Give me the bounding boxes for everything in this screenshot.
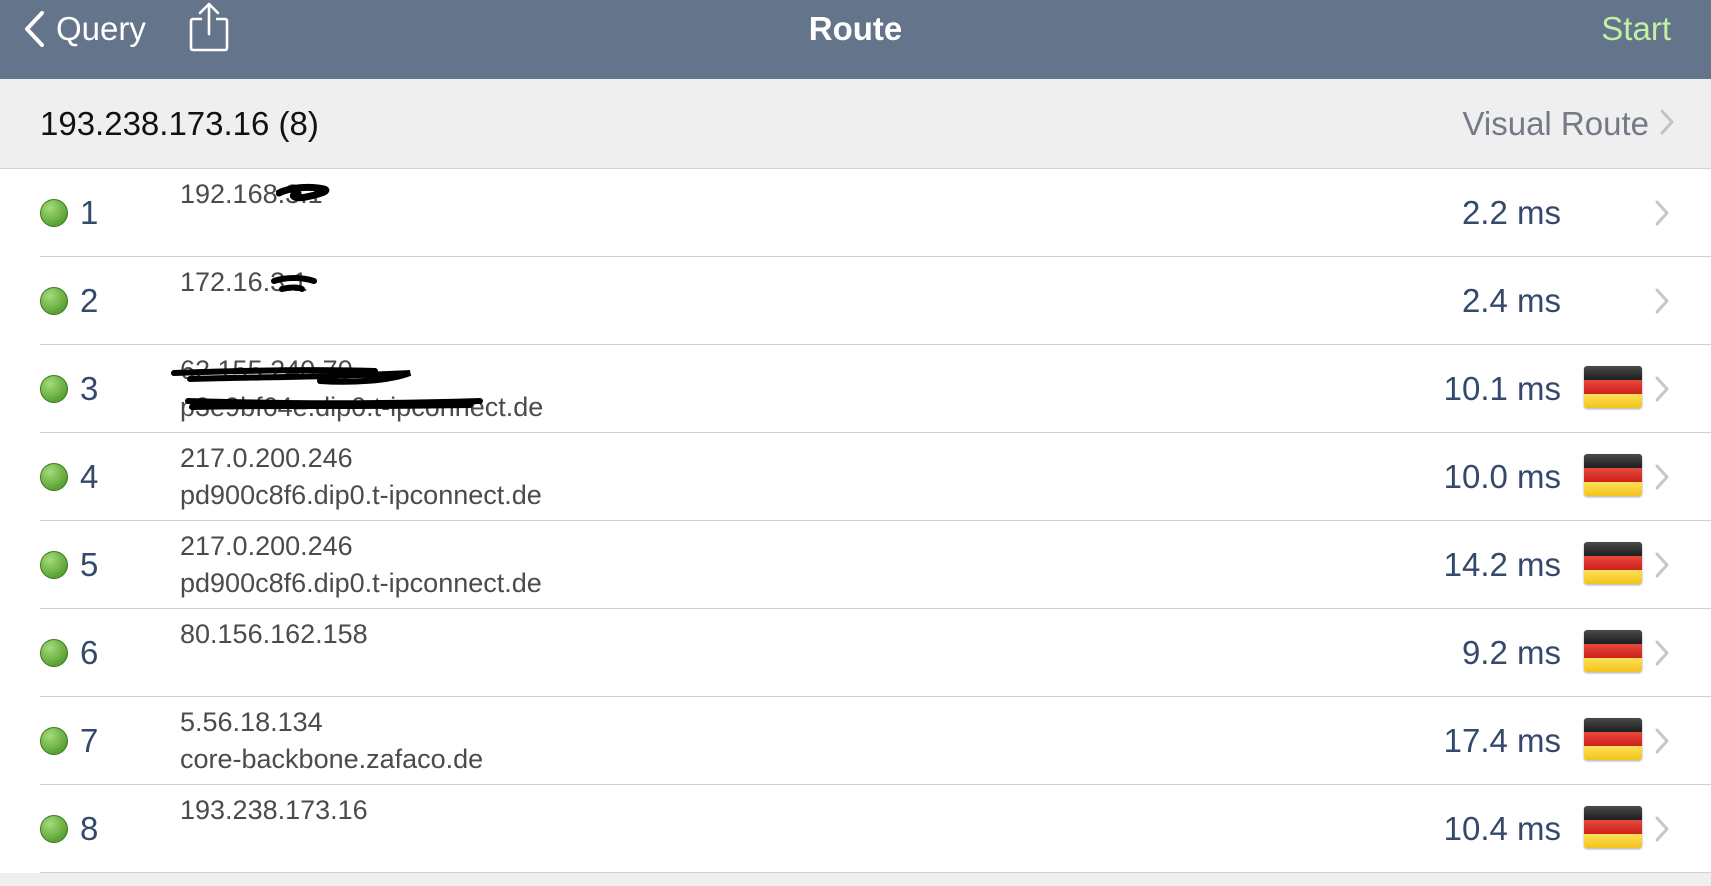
hop-row[interactable]: 1 192.168.3.1 2.2 ms xyxy=(0,169,1711,257)
hop-latency: 10.1 ms xyxy=(1443,370,1561,407)
hop-ip-address: 193.238.173.16 xyxy=(180,795,368,825)
hop-latency: 2.4 ms xyxy=(1461,282,1561,319)
chevron-right-icon xyxy=(1652,199,1672,227)
route-target: 193.238.173.16 (8) xyxy=(40,105,319,142)
germany-flag-icon xyxy=(1584,806,1642,848)
hop-latency: 9.2 ms xyxy=(1461,634,1561,671)
hop-row[interactable]: 5 217.0.200.246 pd900c8f6.dip0.t-ipconnect… xyxy=(0,521,1711,609)
hop-row[interactable]: 8 193.238.173.16 10.4 ms xyxy=(0,785,1711,873)
hop-latency: 17.4 ms xyxy=(1443,722,1561,759)
chevron-left-icon xyxy=(22,9,46,49)
hop-number: 6 xyxy=(80,634,99,671)
hop-number: 2 xyxy=(80,282,99,319)
status-ok-icon xyxy=(40,815,68,843)
hop-ip-address: 217.0.200.246 xyxy=(180,531,353,561)
hop-row[interactable]: 4 217.0.200.246 pd900c8f6.dip0.t-ipconnect… xyxy=(0,433,1711,521)
status-ok-icon xyxy=(40,551,68,579)
hop-ip-address: 5.56.18.134 xyxy=(180,707,323,737)
status-ok-icon xyxy=(40,375,68,403)
list-footer xyxy=(0,873,1711,886)
chevron-right-icon xyxy=(1659,108,1675,141)
hop-ip-address: 217.0.200.246 xyxy=(180,443,353,473)
germany-flag-icon xyxy=(1584,630,1642,672)
hop-hostname: p3e9bf64e.dip0.t-ipconnect.de xyxy=(180,392,544,422)
start-button[interactable]: Start xyxy=(1601,0,1671,58)
hop-row[interactable]: 3 62.155.240.70 p3e9bf64e.dip0.t-ipconnect… xyxy=(0,345,1711,433)
page-title: Route xyxy=(808,10,903,47)
hop-number: 4 xyxy=(80,458,99,495)
chevron-right-icon xyxy=(1652,287,1672,315)
hop-ip-address: 192.168.3.1 xyxy=(180,179,323,209)
hop-ip-address: 172.16.3.1 xyxy=(180,267,308,297)
back-button[interactable]: Query xyxy=(22,0,146,58)
hop-ip-address: 62.155.240.70 xyxy=(180,355,353,385)
hop-number: 7 xyxy=(80,722,99,759)
germany-flag-icon xyxy=(1584,718,1642,760)
visual-route-button[interactable]: Visual Route xyxy=(1462,79,1675,169)
hop-latency: 2.2 ms xyxy=(1461,194,1561,231)
share-icon xyxy=(188,2,230,57)
status-ok-icon xyxy=(40,463,68,491)
chevron-right-icon xyxy=(1652,639,1672,667)
hop-latency: 10.4 ms xyxy=(1443,810,1561,847)
hop-ip-address: 80.156.162.158 xyxy=(180,619,368,649)
hop-latency: 10.0 ms xyxy=(1443,458,1561,495)
germany-flag-icon xyxy=(1584,454,1642,496)
hop-row[interactable]: 2 172.16.3.1 2.4 ms xyxy=(0,257,1711,345)
germany-flag-icon xyxy=(1584,366,1642,408)
chevron-right-icon xyxy=(1652,551,1672,579)
hop-number: 5 xyxy=(80,546,99,583)
chevron-right-icon xyxy=(1652,375,1672,403)
chevron-right-icon xyxy=(1652,815,1672,843)
hop-number: 8 xyxy=(80,810,99,847)
status-ok-icon xyxy=(40,639,68,667)
navigation-bar: Query Route Start xyxy=(0,0,1711,79)
route-section-header: 193.238.173.16 (8) Visual Route xyxy=(0,79,1711,169)
hop-number: 3 xyxy=(80,370,99,407)
share-button[interactable] xyxy=(186,0,232,58)
visual-route-label: Visual Route xyxy=(1462,105,1649,142)
chevron-right-icon xyxy=(1652,463,1672,491)
hop-row[interactable]: 6 80.156.162.158 9.2 ms xyxy=(0,609,1711,697)
status-ok-icon xyxy=(40,287,68,315)
chevron-right-icon xyxy=(1652,727,1672,755)
status-ok-icon xyxy=(40,199,68,227)
hop-hostname: pd900c8f6.dip0.t-ipconnect.de xyxy=(180,568,542,598)
hop-hostname: core-backbone.zafaco.de xyxy=(180,744,484,774)
hop-latency: 14.2 ms xyxy=(1443,546,1561,583)
hop-number: 1 xyxy=(80,194,99,231)
status-ok-icon xyxy=(40,727,68,755)
hop-row[interactable]: 7 5.56.18.134 core-backbone.zafaco.de 17.4 … xyxy=(0,697,1711,785)
germany-flag-icon xyxy=(1584,542,1642,584)
back-button-label: Query xyxy=(56,10,146,47)
hop-list: 1 192.168.3.1 2.2 ms 2 172.16.3.1 2.4 ms 3 62.1… xyxy=(0,169,1711,873)
hop-hostname: pd900c8f6.dip0.t-ipconnect.de xyxy=(180,480,542,510)
